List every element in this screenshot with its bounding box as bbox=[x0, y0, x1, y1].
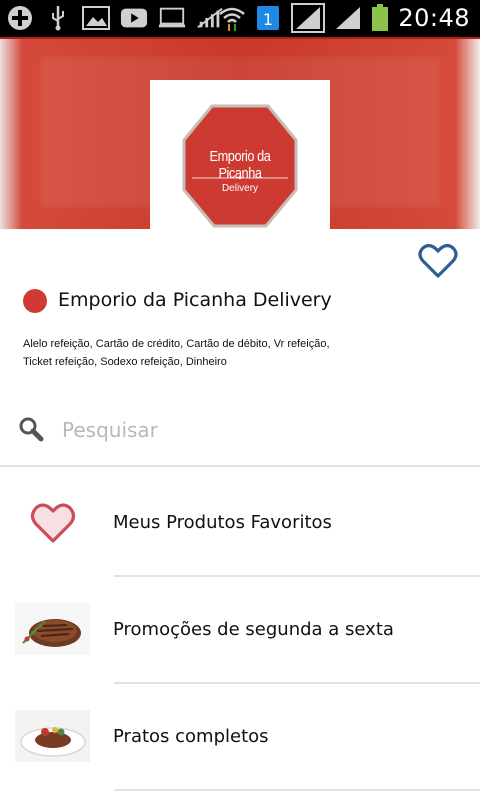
category-item-promocoes[interactable]: Promoções de segunda a sexta bbox=[0, 578, 480, 684]
battery-icon bbox=[370, 4, 390, 32]
search-input[interactable] bbox=[60, 412, 464, 448]
signal-icon bbox=[290, 3, 326, 33]
heart-outline-icon bbox=[418, 244, 458, 278]
heart-icon bbox=[30, 503, 76, 543]
search-divider bbox=[0, 465, 480, 467]
image-icon bbox=[82, 4, 110, 32]
add-icon bbox=[6, 4, 34, 32]
svg-text:1: 1 bbox=[263, 10, 273, 29]
signal-icon bbox=[334, 4, 362, 32]
category-item-favorites[interactable]: Meus Produtos Favoritos bbox=[0, 470, 480, 576]
status-time: 20:48 bbox=[398, 4, 470, 32]
status-bar: 1 20:48 bbox=[0, 0, 480, 39]
favorite-store-button[interactable] bbox=[418, 243, 458, 279]
category-divider bbox=[114, 575, 480, 577]
logo-subtitle: Delivery bbox=[221, 183, 259, 194]
category-label: Promoções de segunda a sexta bbox=[113, 619, 394, 640]
plate-image bbox=[15, 710, 90, 762]
category-divider bbox=[114, 789, 480, 791]
youtube-icon bbox=[120, 4, 148, 32]
category-divider bbox=[114, 682, 480, 684]
category-label: Pratos completos bbox=[113, 726, 269, 747]
wifi-icon bbox=[218, 4, 246, 32]
status-right-icons: 1 20:48 bbox=[218, 3, 470, 33]
logo-title: Emporio da Picanha bbox=[209, 148, 271, 182]
store-status-dot bbox=[23, 289, 47, 313]
monitor-icon bbox=[158, 4, 186, 32]
payment-methods: Alelo refeição, Cartão de crédito, Cartã… bbox=[23, 338, 330, 368]
store-logo: Emporio da Picanha Delivery bbox=[150, 80, 330, 230]
steak-image bbox=[15, 603, 90, 655]
category-label: Meus Produtos Favoritos bbox=[113, 512, 332, 533]
category-item-pratos[interactable]: Pratos completos bbox=[0, 685, 480, 791]
status-left-icons bbox=[6, 4, 224, 32]
search-icon[interactable] bbox=[18, 416, 44, 442]
sim-icon: 1 bbox=[254, 4, 282, 32]
store-name: Emporio da Picanha Delivery bbox=[58, 289, 332, 311]
usb-icon bbox=[44, 4, 72, 32]
